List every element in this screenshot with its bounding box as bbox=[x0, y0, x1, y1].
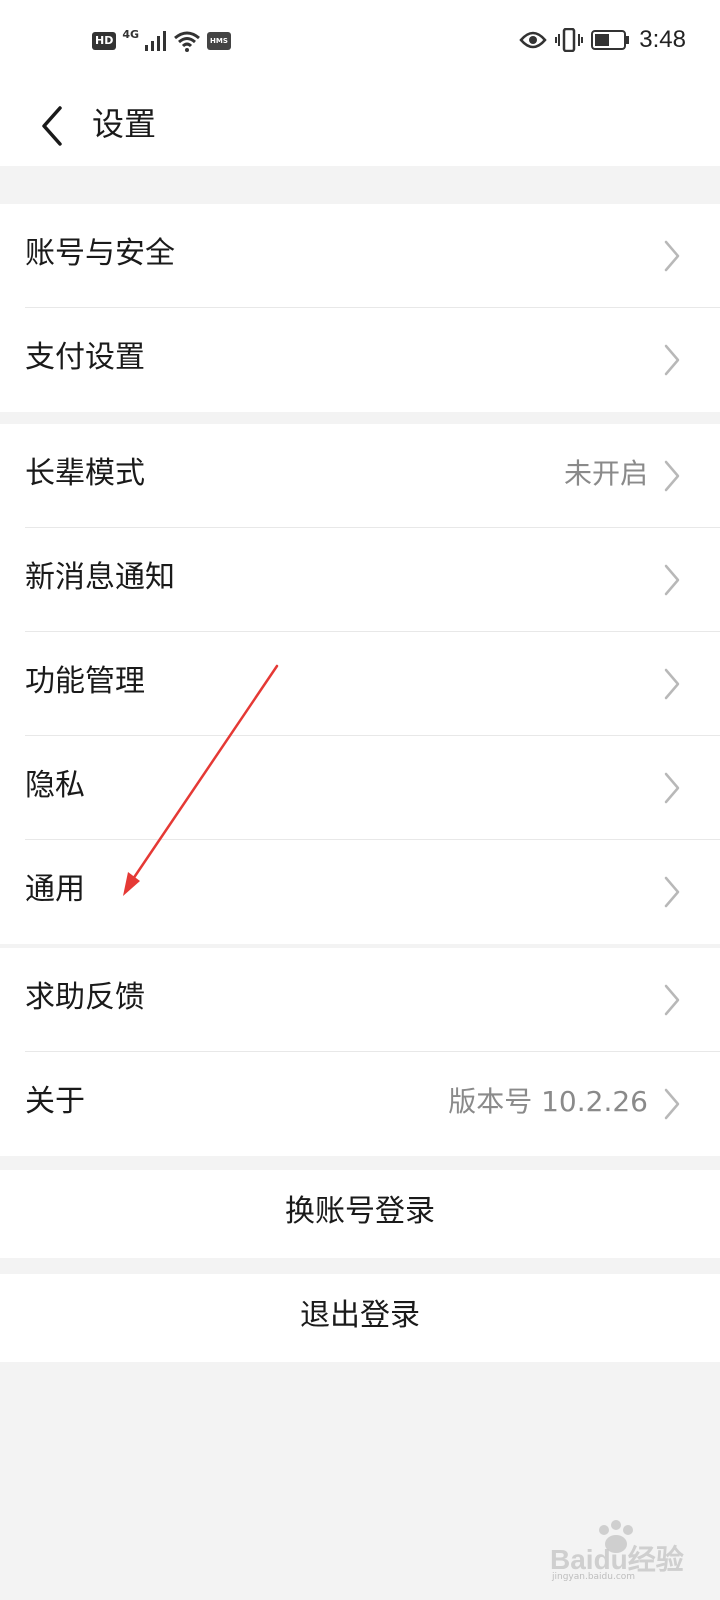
settings-item-label: 账号与安全 bbox=[25, 236, 175, 271]
chevron-right-icon bbox=[664, 460, 680, 492]
settings-group-general: 长辈模式 未开启 新消息通知 功能管理 隐私 通用 bbox=[0, 424, 720, 944]
settings-item-label: 通用 bbox=[25, 872, 85, 907]
settings-item-label: 求助反馈 bbox=[25, 980, 145, 1015]
settings-item-value: 未开启 bbox=[563, 457, 648, 490]
settings-item-label: 新消息通知 bbox=[25, 560, 175, 595]
chevron-right-icon bbox=[664, 876, 680, 908]
nav-bar: 设置 bbox=[0, 86, 720, 166]
settings-item-elder-mode[interactable]: 长辈模式 未开启 bbox=[0, 424, 720, 528]
settings-item-payment[interactable]: 支付设置 bbox=[0, 308, 720, 412]
hms-badge: HMS bbox=[207, 32, 231, 50]
chevron-right-icon bbox=[664, 772, 680, 804]
settings-item-help-feedback[interactable]: 求助反馈 bbox=[0, 948, 720, 1052]
chevron-right-icon bbox=[664, 240, 680, 272]
signal-icon bbox=[145, 31, 167, 51]
settings-group-account: 账号与安全 支付设置 bbox=[0, 204, 720, 412]
logout-label: 退出登录 bbox=[300, 1298, 420, 1333]
battery-icon bbox=[591, 30, 630, 50]
vibrate-icon bbox=[555, 28, 584, 52]
settings-item-label: 长辈模式 bbox=[25, 456, 145, 491]
settings-item-label: 隐私 bbox=[25, 768, 85, 803]
chevron-right-icon bbox=[664, 564, 680, 596]
hd-badge: HD bbox=[92, 32, 117, 50]
watermark-site: jingyan.baidu.com bbox=[552, 1572, 636, 1582]
status-bar: HD 4G HMS 3:48 bbox=[0, 0, 720, 86]
settings-item-features[interactable]: 功能管理 bbox=[0, 632, 720, 736]
eye-icon bbox=[519, 31, 547, 49]
wifi-icon bbox=[174, 31, 200, 52]
switch-account-button[interactable]: 换账号登录 bbox=[0, 1170, 720, 1258]
settings-item-label: 支付设置 bbox=[25, 340, 145, 375]
status-right: 3:48 bbox=[519, 26, 686, 54]
settings-item-about[interactable]: 关于 版本号 10.2.26 bbox=[0, 1052, 720, 1156]
status-left: HD 4G HMS bbox=[92, 27, 231, 52]
watermark: Baidu经验 jingyan.baidu.com bbox=[542, 1520, 692, 1590]
chevron-right-icon bbox=[664, 668, 680, 700]
network-type-label: 4G bbox=[122, 27, 140, 41]
logout-button[interactable]: 退出登录 bbox=[0, 1274, 720, 1362]
settings-group-help: 求助反馈 关于 版本号 10.2.26 bbox=[0, 948, 720, 1156]
chevron-right-icon bbox=[664, 344, 680, 376]
switch-account-label: 换账号登录 bbox=[285, 1194, 435, 1229]
settings-item-label: 功能管理 bbox=[25, 664, 145, 699]
settings-item-value: 版本号 10.2.26 bbox=[448, 1085, 648, 1118]
page-title: 设置 bbox=[92, 105, 157, 143]
chevron-left-icon bbox=[42, 106, 62, 146]
settings-item-privacy[interactable]: 隐私 bbox=[0, 736, 720, 840]
back-button[interactable] bbox=[26, 98, 76, 154]
settings-item-notifications[interactable]: 新消息通知 bbox=[0, 528, 720, 632]
settings-item-general[interactable]: 通用 bbox=[0, 840, 720, 944]
chevron-right-icon bbox=[664, 984, 680, 1016]
settings-item-label: 关于 bbox=[25, 1084, 85, 1119]
chevron-right-icon bbox=[664, 1088, 680, 1120]
settings-item-account-security[interactable]: 账号与安全 bbox=[0, 204, 720, 308]
clock-time: 3:48 bbox=[639, 26, 686, 53]
